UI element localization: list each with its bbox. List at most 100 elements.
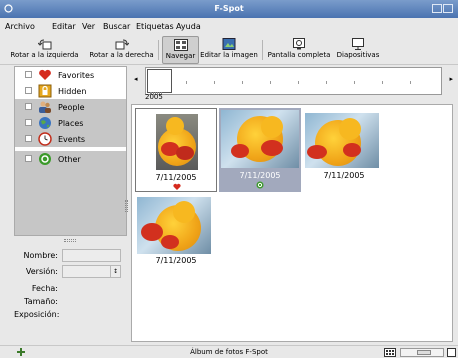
timeline-year: 2005 — [145, 93, 163, 101]
browse-icon — [173, 39, 188, 51]
tag-item-people[interactable]: People — [15, 99, 126, 115]
timeline-track[interactable] — [145, 67, 442, 95]
tag-list: Favorites Hidden People Places Events Ot… — [14, 66, 127, 236]
slideshow-button[interactable]: Diapositivas — [334, 36, 382, 64]
edit-image-icon — [222, 38, 236, 50]
zoom-in-icon[interactable] — [447, 348, 456, 357]
timeline-tick — [298, 81, 299, 84]
tag-label: Hidden — [58, 87, 87, 96]
fullscreen-label: Pantalla completa — [267, 51, 331, 59]
people-icon — [39, 101, 51, 113]
toolbar-separator — [158, 40, 159, 60]
photo-thumbnail[interactable]: 7/11/2005 — [303, 108, 385, 192]
tag-item-other[interactable]: Other — [15, 151, 126, 167]
tag-item-events[interactable]: Events — [15, 131, 126, 147]
exposure-label: Exposición: — [14, 310, 60, 319]
photo-info-pane: Nombre: Versión: ↕ Fecha: Tamaño: Exposi… — [14, 244, 127, 334]
timeline-tick — [410, 81, 411, 84]
timeline-scroll-right-icon[interactable]: ▸ — [449, 75, 453, 83]
tag-checkbox[interactable] — [25, 119, 32, 126]
timeline-tick — [186, 81, 187, 84]
rotate-right-label: Rotar a la derecha — [89, 51, 154, 59]
rotate-left-icon — [37, 39, 51, 50]
lock-icon — [38, 84, 52, 98]
photo-image — [221, 110, 299, 168]
zoom-out-icon[interactable] — [384, 348, 396, 357]
tag-checkbox[interactable] — [25, 71, 32, 78]
rotate-right-icon — [115, 39, 129, 50]
timeline-tick — [270, 81, 271, 84]
rotate-left-label: Rotar a la izquierda — [10, 51, 79, 59]
menu-editar[interactable]: Editar — [52, 22, 76, 31]
zoom-slider-thumb[interactable] — [417, 350, 431, 355]
menu-archivo[interactable]: Archivo — [5, 22, 35, 31]
fullscreen-button[interactable]: Pantalla completa — [266, 36, 332, 64]
zoom-slider[interactable] — [400, 348, 444, 357]
window-title: F-Spot — [214, 4, 244, 13]
other-icon — [39, 153, 51, 165]
name-label: Nombre: — [23, 251, 58, 260]
photo-image — [156, 114, 198, 170]
photo-thumbnail[interactable]: 7/11/2005 — [135, 108, 217, 192]
photo-thumbnail[interactable]: 7/11/2005 — [219, 108, 301, 192]
photo-date: 7/11/2005 — [155, 256, 197, 265]
tag-checkbox[interactable] — [25, 87, 32, 94]
sidebar-resize-handle[interactable] — [125, 200, 128, 212]
rotate-left-button[interactable]: Rotar a la izquierda — [2, 36, 87, 64]
other-icon — [256, 181, 264, 189]
menu-ayuda[interactable]: Ayuda — [176, 22, 201, 31]
heart-icon — [173, 183, 181, 190]
timeline-scroll-left-icon[interactable]: ◂ — [134, 75, 138, 83]
tag-label: Places — [58, 119, 84, 128]
edit-image-button[interactable]: Editar la imagen — [200, 36, 258, 64]
tag-item-favorites[interactable]: Favorites — [15, 67, 126, 83]
minimize-button[interactable] — [432, 4, 442, 13]
timeline-tick — [354, 81, 355, 84]
timeline-tick — [214, 81, 215, 84]
clock-icon — [38, 132, 52, 146]
timeline-selector[interactable] — [147, 69, 172, 93]
photo-image — [137, 197, 211, 254]
status-bar: Álbum de fotos F-Spot — [0, 345, 458, 358]
date-label: Fecha: — [31, 284, 58, 293]
photo-grid: 7/11/2005 7/11/2005 7/11/2005 7/11/2005 — [131, 104, 453, 342]
fullscreen-icon — [293, 38, 305, 50]
tag-label: Events — [58, 135, 86, 144]
tag-list-background — [15, 163, 126, 235]
rotate-right-button[interactable]: Rotar a la derecha — [88, 36, 155, 64]
timeline-tick — [242, 81, 243, 84]
tag-label: Favorites — [58, 71, 95, 80]
tag-item-hidden[interactable]: Hidden — [15, 83, 126, 99]
pane-resize-handle[interactable] — [64, 239, 76, 242]
photo-thumbnail[interactable]: 7/11/2005 — [135, 195, 217, 279]
version-select[interactable]: ↕ — [62, 265, 121, 278]
edit-image-label: Editar la imagen — [200, 51, 258, 59]
globe-icon — [39, 117, 51, 129]
tag-checkbox[interactable] — [25, 103, 32, 110]
photo-image — [305, 113, 379, 168]
window-title-bar[interactable]: F-Spot — [0, 0, 458, 18]
name-field[interactable] — [62, 249, 121, 262]
timeline[interactable]: ◂ ▸ — [131, 66, 453, 98]
tag-checkbox[interactable] — [25, 135, 32, 142]
maximize-button[interactable] — [443, 4, 453, 13]
browse-button[interactable]: Navegar — [162, 36, 199, 64]
browse-label: Navegar — [165, 52, 196, 60]
photo-date: 7/11/2005 — [323, 171, 365, 180]
timeline-tick — [382, 81, 383, 84]
toolbar-separator — [262, 40, 263, 60]
tag-checkbox[interactable] — [25, 155, 32, 162]
menu-bar: Archivo Editar Ver Buscar Etiquetas Ayud… — [0, 20, 458, 34]
slideshow-label: Diapositivas — [336, 51, 380, 59]
size-label: Tamaño: — [24, 297, 58, 306]
photo-date: 7/11/2005 — [155, 173, 197, 182]
toolbar: Rotar a la izquierda Rotar a la derecha … — [0, 35, 458, 65]
menu-etiquetas[interactable]: Etiquetas — [136, 22, 174, 31]
spin-arrows-icon[interactable]: ↕ — [110, 266, 120, 277]
tag-label: People — [58, 103, 85, 112]
tag-label: Other — [58, 155, 81, 164]
tag-item-places[interactable]: Places — [15, 115, 126, 131]
menu-buscar[interactable]: Buscar — [103, 22, 130, 31]
heart-icon — [39, 69, 51, 80]
menu-ver[interactable]: Ver — [82, 22, 95, 31]
